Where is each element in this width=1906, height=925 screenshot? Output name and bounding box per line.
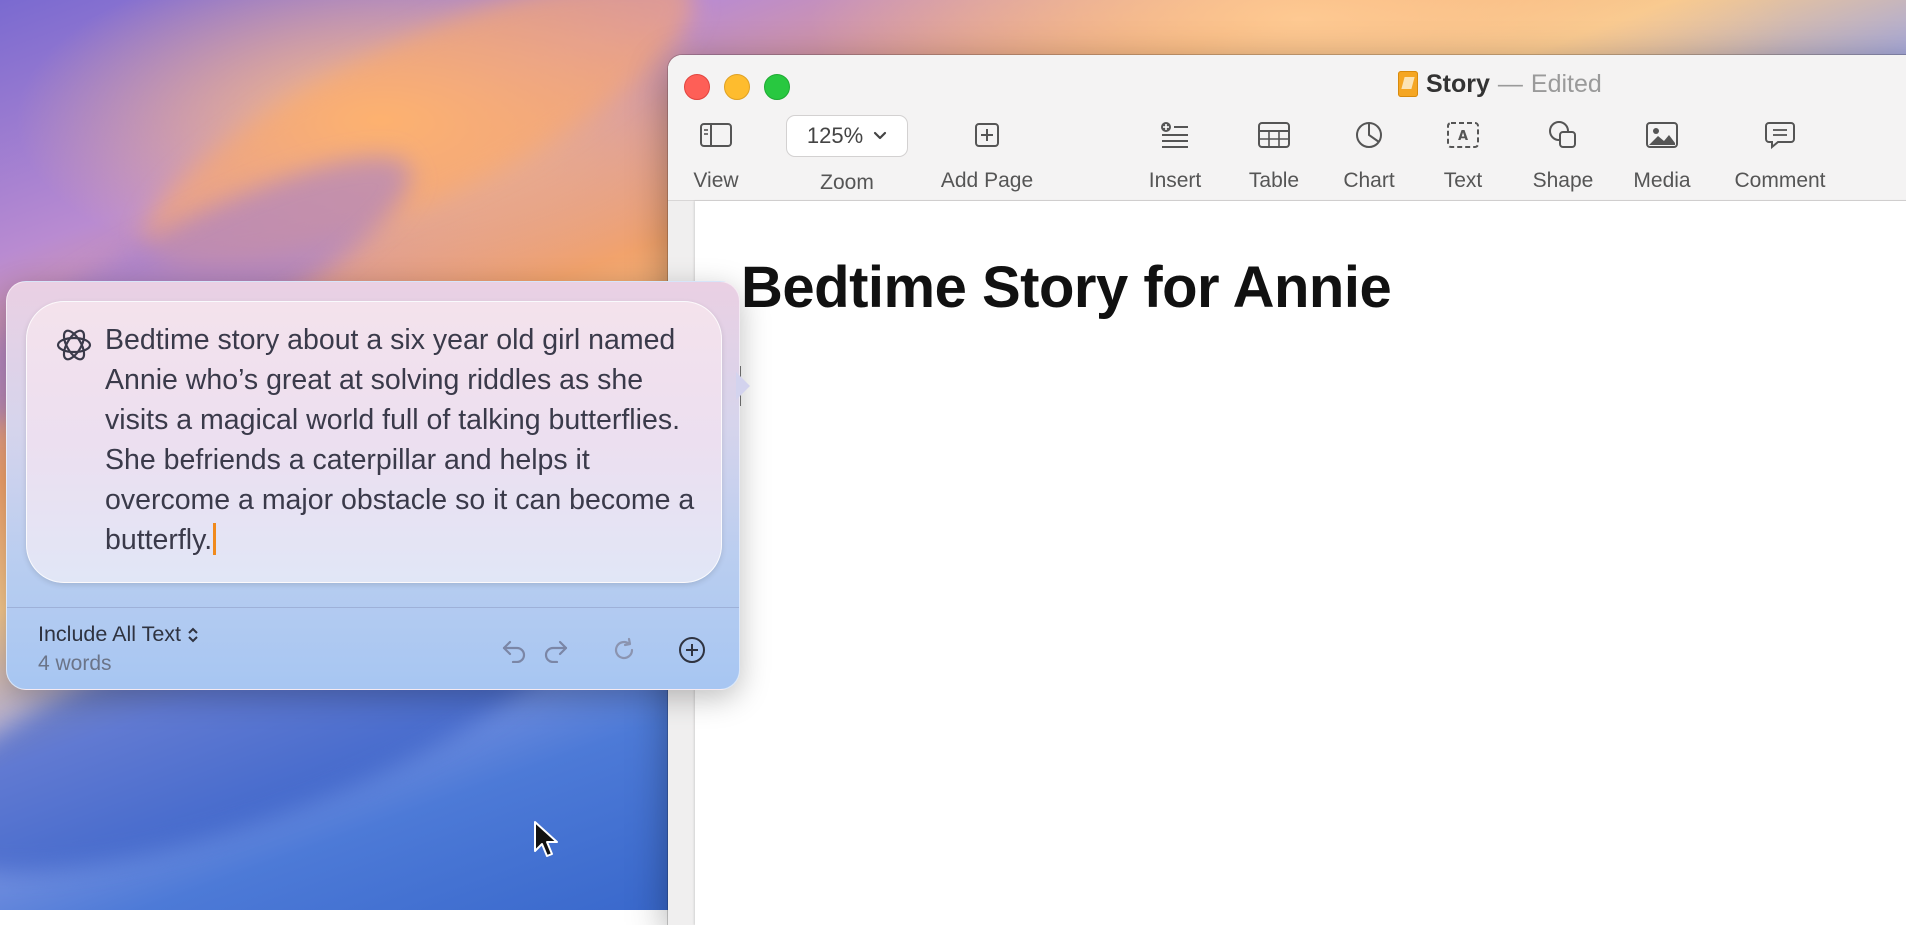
chatgpt-logo-icon <box>56 329 92 361</box>
prompt-caret <box>213 523 217 555</box>
text-label: Text <box>1443 169 1483 192</box>
view-button[interactable]: View <box>689 115 743 193</box>
view-label: View <box>693 169 739 192</box>
sidebar-icon <box>700 115 732 155</box>
zoom-control[interactable]: 125% Zoom <box>786 115 908 195</box>
chart-label: Chart <box>1343 169 1395 192</box>
insert-button[interactable]: Insert <box>1137 115 1213 193</box>
text-box-icon: A <box>1447 115 1479 155</box>
media-label: Media <box>1633 169 1691 192</box>
zoom-select[interactable]: 125% <box>786 115 908 157</box>
add-button[interactable] <box>675 633 709 667</box>
text-button[interactable]: A Text <box>1438 115 1488 193</box>
prompt-text-area[interactable]: Bedtime story about a six year old girl … <box>105 320 705 560</box>
comment-icon <box>1765 115 1795 155</box>
document-page[interactable]: Bedtime Story for Annie <box>695 201 1906 925</box>
table-label: Table <box>1248 169 1300 192</box>
insert-label: Insert <box>1148 169 1202 192</box>
pages-document-icon <box>1398 71 1418 97</box>
document-name: Story <box>1426 69 1490 98</box>
minimize-window-button[interactable] <box>724 74 750 100</box>
comment-label: Comment <box>1734 169 1826 192</box>
refresh-icon <box>614 637 634 660</box>
plus-circle-icon <box>679 637 705 663</box>
add-page-label: Add Page <box>940 169 1034 192</box>
include-text-label: Include All Text <box>38 622 182 646</box>
prompt-text: Bedtime story about a six year old girl … <box>105 324 695 556</box>
media-button[interactable]: Media <box>1629 115 1695 193</box>
include-text-selector[interactable]: Include All Text <box>38 622 199 647</box>
add-page-icon <box>974 115 1000 155</box>
zoom-label: Zoom <box>820 171 874 194</box>
popover-divider <box>7 607 739 608</box>
redo-icon <box>544 640 568 663</box>
undo-icon <box>502 640 526 663</box>
close-window-button[interactable] <box>684 74 710 100</box>
document-canvas: Bedtime Story for Annie <box>668 201 1906 925</box>
regenerate-button[interactable] <box>607 633 641 667</box>
word-count: 4 words <box>38 652 112 675</box>
chatgpt-compose-popover: Bedtime story about a six year old girl … <box>6 281 740 690</box>
up-down-chevron-icon <box>188 627 198 642</box>
table-button[interactable]: Table <box>1240 115 1308 193</box>
window-toolbar: Story — Edited View 125% Zoom Add Page I… <box>668 55 1906 201</box>
title-separator: — <box>1497 69 1523 98</box>
popover-arrow <box>736 372 750 400</box>
photo-icon <box>1646 115 1678 155</box>
shape-button[interactable]: Shape <box>1528 115 1598 193</box>
insert-icon <box>1160 115 1190 155</box>
mouse-pointer-icon <box>534 821 558 857</box>
undo-button[interactable] <box>497 633 531 667</box>
chart-button[interactable]: Chart <box>1337 115 1401 193</box>
document-status: Edited <box>1530 69 1602 98</box>
document-title-bar[interactable]: Story — Edited <box>1398 68 1602 100</box>
table-icon <box>1258 115 1290 155</box>
shape-icon <box>1548 115 1578 155</box>
document-heading[interactable]: Bedtime Story for Annie <box>741 254 1392 321</box>
redo-button[interactable] <box>539 633 573 667</box>
maximize-window-button[interactable] <box>764 74 790 100</box>
prompt-input[interactable]: Bedtime story about a six year old girl … <box>26 301 722 583</box>
svg-text:A: A <box>1458 129 1468 144</box>
zoom-value: 125% <box>806 123 864 148</box>
shape-label: Shape <box>1532 169 1594 192</box>
comment-button[interactable]: Comment <box>1729 115 1831 193</box>
pie-chart-icon <box>1354 115 1384 155</box>
chevron-down-icon <box>874 131 887 140</box>
pages-window: Story — Edited View 125% Zoom Add Page I… <box>668 55 1906 925</box>
add-page-button[interactable]: Add Page <box>932 115 1042 193</box>
